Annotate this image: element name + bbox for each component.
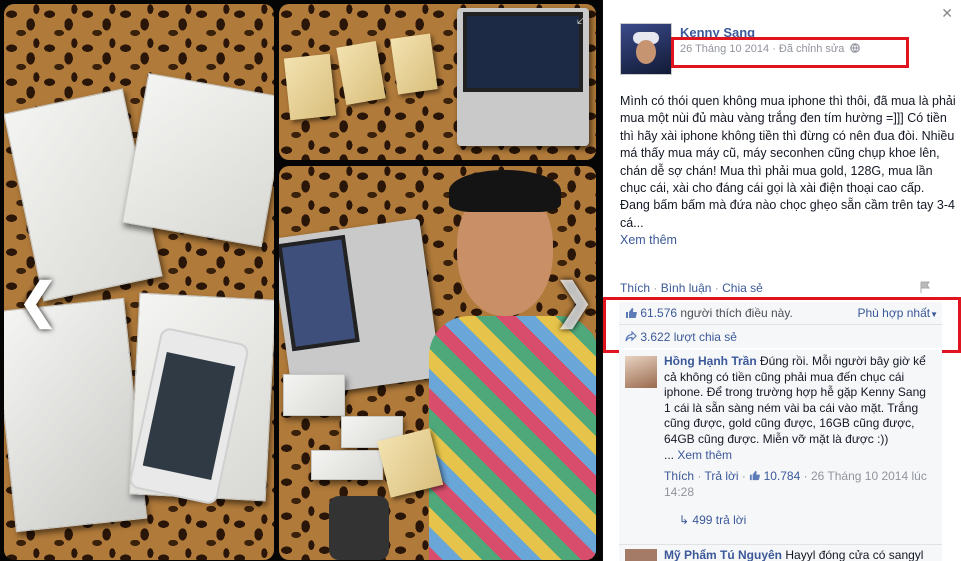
gold-box [390, 33, 438, 95]
comment-see-more[interactable]: Xem thêm [677, 448, 732, 462]
open-box [4, 297, 148, 533]
post-panel: Kenny Sang 26 Tháng 10 2014 · Đã chỉnh s… [603, 0, 961, 561]
author-avatar[interactable] [620, 23, 672, 75]
laptop [457, 8, 589, 146]
highlight-box [603, 297, 961, 353]
commenter-name[interactable]: Hồng Hạnh Trần [664, 354, 757, 368]
gold-box [336, 40, 386, 106]
iphone-box [121, 72, 274, 248]
laptop [279, 218, 442, 398]
close-icon[interactable]: ✕ [941, 5, 953, 22]
black-iphone [329, 496, 389, 560]
gold-box [283, 53, 337, 121]
post-actions: Thích · Bình luận · Chia sẻ [620, 281, 763, 295]
commenter-avatar[interactable] [625, 356, 657, 388]
flag-icon[interactable] [919, 281, 931, 296]
comment-reply-link[interactable]: Trả lời [704, 469, 738, 483]
commenter-name[interactable]: Mỹ Phẩm Tú Nguyên [664, 548, 782, 561]
comment-meta: Thích · Trả lời · 10.784 · 26 Tháng 10 2… [664, 469, 927, 499]
shirt [429, 316, 596, 560]
view-replies[interactable]: ↳ 499 trả lời [679, 513, 746, 527]
iphone-box [283, 374, 345, 416]
reply-arrow-icon: ↳ [679, 513, 690, 527]
highlight-box [671, 37, 909, 68]
like-link[interactable]: Thích [620, 281, 650, 295]
share-link[interactable]: Chia sẻ [722, 281, 763, 295]
thumbs-up-icon [749, 469, 761, 483]
prev-photo-icon[interactable]: ❮ [18, 278, 58, 326]
comments-list: Hồng Hạnh Trần Đúng rồi. Mỗi người bây g… [619, 350, 942, 561]
photo-viewer[interactable]: ⤢ ❮ ❯ [0, 0, 602, 561]
iphone-box [311, 450, 383, 480]
comment: Hồng Hạnh Trần Đúng rồi. Mỗi người bây g… [664, 354, 926, 462]
comment-like-count[interactable]: 10.784 [764, 469, 801, 483]
comment-like-link[interactable]: Thích [664, 469, 694, 483]
hair [449, 170, 561, 212]
expand-icon[interactable]: ⤢ [577, 10, 588, 27]
comment-link[interactable]: Bình luận [661, 281, 712, 295]
photo-gold-boxes-laptop[interactable]: ⤢ [279, 4, 596, 160]
next-photo-icon[interactable]: ❯ [554, 278, 594, 326]
post-text: Mình có thói quen không mua iphone thì t… [620, 94, 956, 248]
comment-text: Hayyl đóng cửa có sangyl [785, 548, 924, 561]
comment: Mỹ Phẩm Tú Nguyên Hayyl đóng cửa có sang… [619, 544, 942, 561]
commenter-avatar[interactable] [625, 549, 657, 561]
see-more-link[interactable]: Xem thêm [620, 233, 677, 247]
photo-selfie[interactable] [279, 166, 596, 560]
